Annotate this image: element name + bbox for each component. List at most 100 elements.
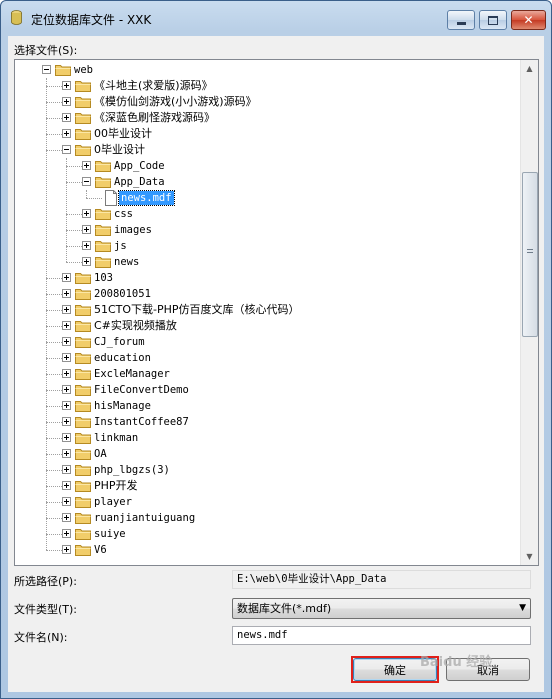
tree-item-label: php_lbgzs(3) — [94, 464, 170, 476]
expand-icon[interactable] — [82, 209, 91, 218]
tree-folder-item[interactable]: PHP开发 — [15, 478, 515, 494]
expand-icon[interactable] — [82, 257, 91, 266]
tree-folder-item[interactable]: C#实现视频播放 — [15, 318, 515, 334]
tree-item-label: css — [114, 208, 133, 220]
tree-folder-item[interactable]: hisManage — [15, 398, 515, 414]
tree-item-label: 103 — [94, 272, 113, 284]
tree-folder-item[interactable]: 《深蓝色刷怪游戏源码》 — [15, 110, 515, 126]
tree-folder-item[interactable]: V6 — [15, 542, 515, 558]
tree-folder-item[interactable]: 51CTO下载-PHP仿百度文库（核心代码） — [15, 302, 515, 318]
folder-icon — [75, 144, 91, 156]
tree-folder-item[interactable]: CJ_forum — [15, 334, 515, 350]
file-name-input[interactable]: news.mdf — [232, 626, 531, 645]
tree-folder-item[interactable]: 0毕业设计 — [15, 142, 515, 158]
expand-icon[interactable] — [62, 513, 71, 522]
window-title: 定位数据库文件 - XXK — [31, 13, 152, 27]
file-tree[interactable]: web 《斗地主(求爱版)源码》《模仿仙剑游戏(小小游戏)源码》 《深蓝色刷怪游戏源… — [14, 59, 539, 566]
expand-icon[interactable] — [62, 289, 71, 298]
tree-folder-item[interactable]: App_Code — [15, 158, 515, 174]
folder-icon — [75, 496, 91, 508]
expand-icon[interactable] — [62, 305, 71, 314]
tree-folder-item[interactable]: App_Data — [15, 174, 515, 190]
tree-connector — [46, 150, 62, 151]
expand-icon[interactable] — [62, 113, 71, 122]
tree-item-label: 00毕业设计 — [94, 127, 152, 140]
expand-icon[interactable] — [62, 369, 71, 378]
tree-folder-item[interactable]: news — [15, 254, 515, 270]
close-button[interactable]: ✕ — [511, 10, 546, 30]
tree-item-label: suiye — [94, 528, 126, 540]
tree-item-label: web — [74, 64, 93, 76]
title-bar[interactable]: 定位数据库文件 - XXK ✕ — [1, 1, 551, 35]
tree-item-label: news — [114, 256, 140, 268]
tree-folder-item[interactable]: education — [15, 350, 515, 366]
file-type-select[interactable]: 数据库文件(*.mdf) ▼ — [232, 598, 531, 619]
expand-icon[interactable] — [62, 465, 71, 474]
tree-folder-item[interactable]: OA — [15, 446, 515, 462]
tree-item-label: education — [94, 352, 151, 364]
expand-icon[interactable] — [62, 433, 71, 442]
expand-icon[interactable] — [62, 129, 71, 138]
expand-icon[interactable] — [62, 97, 71, 106]
close-icon: ✕ — [523, 13, 534, 27]
tree-scrollbar[interactable]: ▲ ▼ — [520, 60, 538, 565]
expand-icon[interactable] — [62, 417, 71, 426]
expand-icon[interactable] — [62, 273, 71, 282]
expand-icon[interactable] — [62, 449, 71, 458]
expand-icon[interactable] — [62, 481, 71, 490]
expand-icon[interactable] — [82, 161, 91, 170]
database-icon — [11, 10, 22, 25]
tree-connector — [66, 230, 82, 231]
expand-icon[interactable] — [82, 241, 91, 250]
tree-folder-item[interactable]: ruanjiantuiguang — [15, 510, 515, 526]
tree-folder-item[interactable]: php_lbgzs(3) — [15, 462, 515, 478]
folder-icon — [95, 176, 111, 188]
scroll-up-arrow-icon[interactable]: ▲ — [521, 60, 538, 77]
tree-folder-item[interactable]: 103 — [15, 270, 515, 286]
select-file-label: 选择文件(S): — [14, 44, 78, 57]
tree-item-label: 《斗地主(求爱版)源码》 — [94, 79, 213, 92]
expand-icon[interactable] — [62, 321, 71, 330]
tree-folder-item[interactable]: 《模仿仙剑游戏(小小游戏)源码》 — [15, 94, 515, 110]
minimize-button[interactable] — [447, 10, 475, 30]
collapse-icon[interactable] — [42, 65, 51, 74]
scroll-thumb[interactable] — [522, 172, 538, 337]
scroll-down-arrow-icon[interactable]: ▼ — [521, 548, 538, 565]
tree-folder-item[interactable]: linkman — [15, 430, 515, 446]
dialog-body: 选择文件(S): web 《斗地主(求爱版)源码》《模仿仙剑游戏(小小游戏)源码》… — [8, 36, 544, 692]
tree-item-label: PHP开发 — [94, 479, 138, 492]
expand-icon[interactable] — [62, 337, 71, 346]
file-type-label: 文件类型(T): — [14, 603, 78, 616]
collapse-icon[interactable] — [62, 145, 71, 154]
collapse-icon[interactable] — [82, 177, 91, 186]
tree-folder-item[interactable]: js — [15, 238, 515, 254]
tree-folder-item[interactable]: suiye — [15, 526, 515, 542]
expand-icon[interactable] — [62, 353, 71, 362]
tree-folder-item[interactable]: 00毕业设计 — [15, 126, 515, 142]
tree-folder-item[interactable]: ExcleManager — [15, 366, 515, 382]
tree-folder-item[interactable]: InstantCoffee87 — [15, 414, 515, 430]
tree-folder-item[interactable]: 200801051 — [15, 286, 515, 302]
tree-folder-item[interactable]: FileConvertDemo — [15, 382, 515, 398]
tree-connector — [66, 166, 82, 167]
expand-icon[interactable] — [62, 529, 71, 538]
file-type-value: 数据库文件(*.mdf) — [237, 602, 332, 615]
expand-icon[interactable] — [62, 81, 71, 90]
tree-folder-item[interactable]: player — [15, 494, 515, 510]
folder-icon — [95, 208, 111, 220]
tree-connector — [46, 438, 62, 439]
expand-icon[interactable] — [62, 545, 71, 554]
tree-folder-item[interactable]: css — [15, 206, 515, 222]
maximize-button[interactable] — [479, 10, 507, 30]
expand-icon[interactable] — [62, 497, 71, 506]
tree-folder-item[interactable]: images — [15, 222, 515, 238]
folder-icon — [75, 512, 91, 524]
expand-icon[interactable] — [82, 225, 91, 234]
tree-item-label: OA — [94, 448, 107, 460]
expand-icon[interactable] — [62, 401, 71, 410]
tree-folder-item[interactable]: web — [15, 62, 515, 78]
expand-icon[interactable] — [62, 385, 71, 394]
tree-folder-item[interactable]: 《斗地主(求爱版)源码》 — [15, 78, 515, 94]
chevron-down-icon: ▼ — [519, 603, 526, 613]
tree-file-item[interactable]: news.mdf — [15, 190, 515, 206]
